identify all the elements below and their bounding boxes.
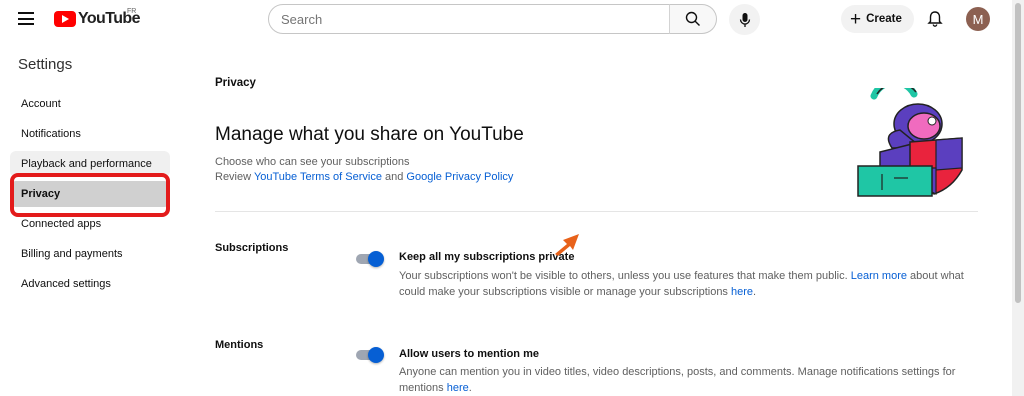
plus-icon: + <box>850 8 862 30</box>
mentions-description: Anyone can mention you in video titles, … <box>399 364 979 396</box>
subscriptions-description: Your subscriptions won't be visible to o… <box>399 268 979 300</box>
subscriptions-desc-part1: Your subscriptions won't be visible to o… <box>399 270 851 282</box>
create-button[interactable]: + Create <box>841 5 914 33</box>
avatar-letter: M <box>972 11 984 27</box>
page-title: Manage what you share on YouTube <box>215 124 524 145</box>
subscriptions-private-toggle[interactable] <box>356 251 384 267</box>
manage-subscriptions-link[interactable]: here <box>731 286 753 298</box>
search-button[interactable] <box>669 4 717 34</box>
mentions-desc-part1: Anyone can mention you in video titles, … <box>399 366 956 394</box>
sidebar-item-account[interactable]: Account <box>10 91 170 117</box>
voice-search-button[interactable] <box>729 4 760 35</box>
privacy-illustration <box>857 88 963 197</box>
review-line: Review YouTube Terms of Service and Goog… <box>215 171 513 183</box>
section-heading: Privacy <box>215 77 256 89</box>
settings-title: Settings <box>18 56 73 73</box>
microphone-icon <box>739 12 750 27</box>
create-label: Create <box>866 13 902 25</box>
sidebar-item-advanced[interactable]: Advanced settings <box>10 271 170 297</box>
subscriptions-label: Subscriptions <box>215 242 289 254</box>
terms-link[interactable]: YouTube Terms of Service <box>254 171 382 183</box>
mentions-option-title: Allow users to mention me <box>399 348 539 360</box>
masthead: YouTube FR Search + Create M <box>0 0 1024 38</box>
mentions-label: Mentions <box>215 339 264 351</box>
youtube-play-icon <box>54 11 76 27</box>
toggle-knob <box>368 251 384 267</box>
search-placeholder: Search <box>281 12 323 27</box>
divider <box>215 211 978 212</box>
scrollbar-thumb[interactable] <box>1015 3 1021 303</box>
country-code: FR <box>127 8 137 15</box>
highlight-box <box>10 173 170 217</box>
review-and: and <box>381 171 407 183</box>
mentions-notifications-link[interactable]: here <box>447 382 469 394</box>
sidebar-item-notifications[interactable]: Notifications <box>10 121 170 147</box>
avatar[interactable]: M <box>966 7 990 31</box>
sidebar-item-billing[interactable]: Billing and payments <box>10 241 170 267</box>
annotation-arrow-icon <box>555 234 579 256</box>
menu-icon[interactable] <box>18 12 34 25</box>
desc-end: . <box>753 286 757 298</box>
search-input[interactable]: Search <box>268 4 670 34</box>
mentions-toggle[interactable] <box>356 347 384 363</box>
learn-more-link[interactable]: Learn more <box>851 270 907 282</box>
privacy-policy-link[interactable]: Google Privacy Policy <box>406 171 513 183</box>
review-prefix: Review <box>215 171 254 183</box>
search-icon <box>685 11 700 26</box>
subscriptions-option-title: Keep all my subscriptions private <box>399 251 575 263</box>
desc-end: . <box>468 382 472 394</box>
page-subtitle: Choose who can see your subscriptions <box>215 156 410 168</box>
toggle-knob <box>368 347 384 363</box>
notifications-bell-icon[interactable] <box>925 9 945 29</box>
